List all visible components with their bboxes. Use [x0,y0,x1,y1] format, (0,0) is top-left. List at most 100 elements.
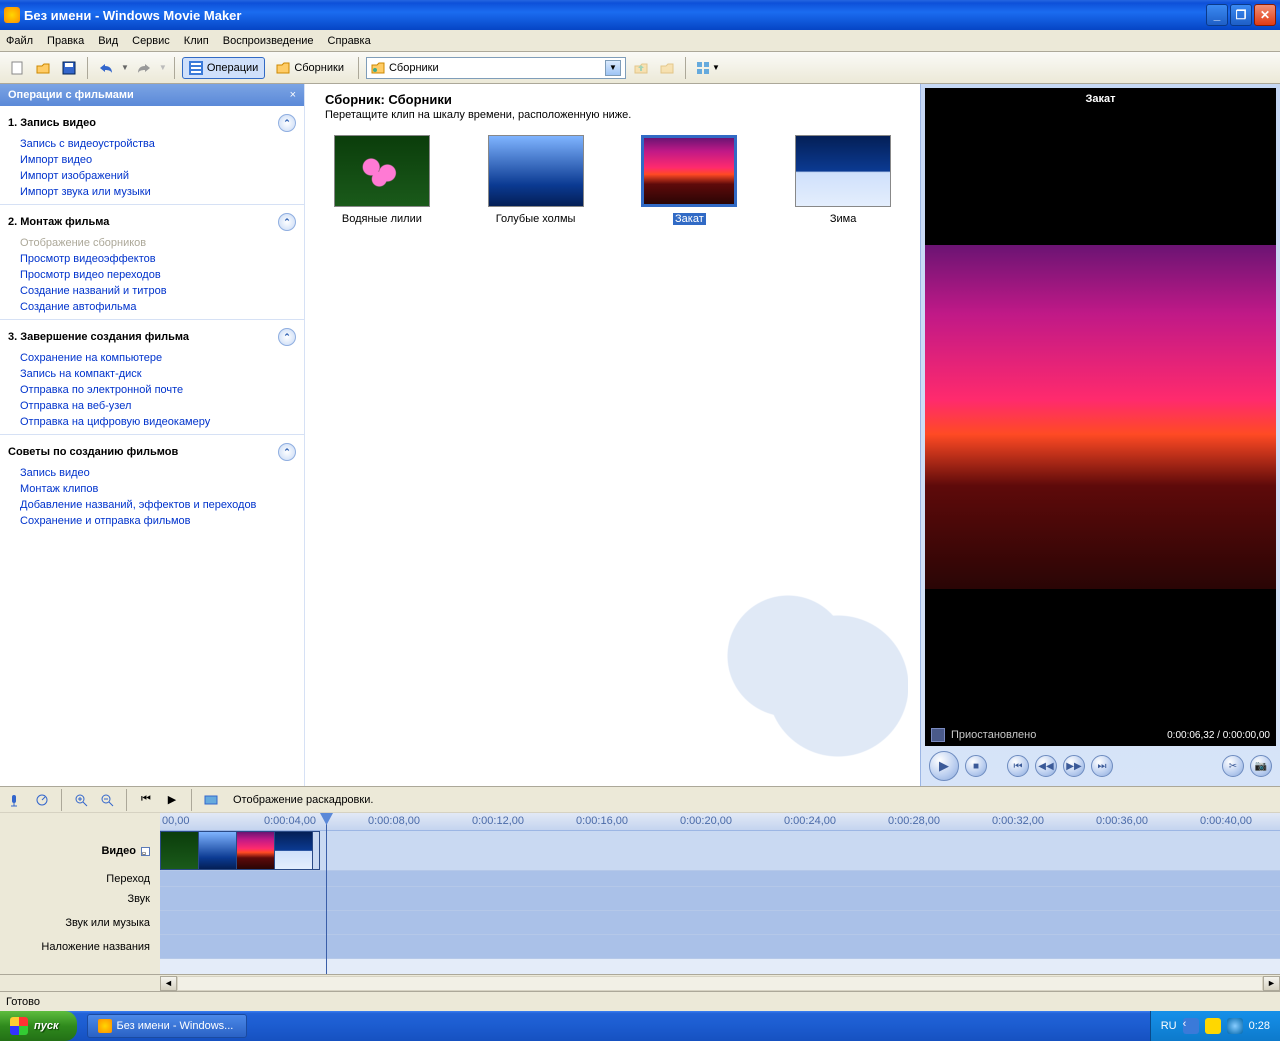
playhead[interactable] [326,813,327,974]
preview-screen[interactable] [925,110,1276,724]
taskbar-app-button[interactable]: Без имени - Windows... [87,1014,247,1038]
timeline-tracks[interactable]: 00,00 0:00:04,00 0:00:08,00 0:00:12,00 0… [160,813,1280,974]
next-clip-button[interactable]: ⏭ [1091,755,1113,777]
app-icon [98,1019,112,1033]
view-options-button[interactable]: ▼ [693,57,723,79]
audiomusic-track[interactable] [160,911,1280,935]
collapse-icon[interactable]: ▫ [141,847,150,856]
audio-track[interactable] [160,887,1280,911]
task-send-web[interactable]: Отправка на веб-узел [0,398,304,414]
chevron-up-icon[interactable]: ⌃ [278,443,296,461]
track-label-video[interactable]: Видео▫ [0,831,160,871]
preview-status-bar: Приостановлено 0:00:06,32 / 0:00:00,00 [925,724,1276,746]
timeline-rewind-button[interactable]: ⏮ [136,790,156,810]
clock[interactable]: 0:28 [1249,1020,1270,1032]
open-button[interactable] [32,57,54,79]
app-icon [4,7,20,23]
task-view-effects[interactable]: Просмотр видеоэффектов [0,251,304,267]
thumb-image [334,135,430,207]
scroll-track[interactable] [177,976,1263,991]
new-button[interactable] [6,57,28,79]
task-import-video[interactable]: Импорт видео [0,152,304,168]
task-send-dv[interactable]: Отправка на цифровую видеокамеру [0,414,304,430]
snapshot-button[interactable]: 📷 [1250,755,1272,777]
tasks-pane-button[interactable]: Операции [182,57,265,79]
split-button[interactable]: ✂ [1222,755,1244,777]
scroll-left-button[interactable]: ◄ [160,976,177,991]
start-button[interactable]: пуск [0,1011,77,1041]
task-make-titles[interactable]: Создание названий и титров [0,283,304,299]
tray-icon[interactable]: ‹ [1183,1018,1199,1034]
tray-shield-icon[interactable] [1205,1018,1221,1034]
rewind-button[interactable]: ◀◀ [1035,755,1057,777]
menubar: Файл Правка Вид Сервис Клип Воспроизведе… [0,30,1280,52]
zoom-out-button[interactable] [97,790,117,810]
dropdown-arrow-icon[interactable]: ▼ [605,60,621,76]
collections-pane-label: Сборники [294,62,344,74]
timeline-narrate-button[interactable] [6,790,26,810]
menu-edit[interactable]: Правка [47,35,84,47]
timeline-scrollbar[interactable]: ◄ ► [0,974,1280,991]
collection-dropdown-label: Сборники [389,62,439,74]
menu-file[interactable]: Файл [6,35,33,47]
stop-button[interactable]: ■ [965,755,987,777]
timeline-clip-group[interactable] [160,831,320,870]
collections-pane-button[interactable]: Сборники [269,57,351,79]
menu-play[interactable]: Воспроизведение [223,35,314,47]
titleoverlay-track[interactable] [160,935,1280,959]
window-title: Без имени - Windows Movie Maker [24,8,1206,23]
clip-thumb-sunset[interactable]: Закат [633,135,747,225]
task-save-computer[interactable]: Сохранение на компьютере [0,350,304,366]
task-import-audio[interactable]: Импорт звука или музыки [0,184,304,200]
transition-track[interactable] [160,871,1280,887]
language-indicator[interactable]: RU [1161,1020,1177,1032]
save-button[interactable] [58,57,80,79]
forward-button[interactable]: ▶▶ [1063,755,1085,777]
timeline-body: Видео▫ Переход Звук Звук или музыка Нало… [0,813,1280,974]
storyboard-toggle[interactable]: Отображение раскадровки. [233,794,373,806]
task-group-tips: Советы по созданию фильмов⌃ Запись видео… [0,434,304,533]
zoom-in-button[interactable] [71,790,91,810]
task-burn-cd[interactable]: Запись на компакт-диск [0,366,304,382]
menu-tools[interactable]: Сервис [132,35,170,47]
tip-capture[interactable]: Запись видео [0,465,304,481]
task-send-email[interactable]: Отправка по электронной почте [0,382,304,398]
clip-thumb-lily[interactable]: Водяные лилии [325,135,439,225]
tip-titles[interactable]: Добавление названий, эффектов и переходо… [0,497,304,513]
up-level-button[interactable] [630,57,652,79]
task-capture-device[interactable]: Запись с видеоустройства [0,136,304,152]
menu-view[interactable]: Вид [98,35,118,47]
sidebar-close-icon[interactable]: × [290,89,296,101]
menu-help[interactable]: Справка [328,35,371,47]
chevron-up-icon[interactable]: ⌃ [278,328,296,346]
play-button[interactable]: ▶ [929,751,959,781]
timeline-play-button[interactable]: ▶ [162,790,182,810]
track-label-transition: Переход [0,871,160,887]
video-track[interactable] [160,831,1280,871]
new-folder-button[interactable] [656,57,678,79]
tip-edit[interactable]: Монтаж клипов [0,481,304,497]
track-label-titleoverlay: Наложение названия [0,935,160,959]
clip-thumb-winter[interactable]: Зима [786,135,900,225]
chevron-up-icon[interactable]: ⌃ [278,114,296,132]
tray-network-icon[interactable] [1227,1018,1243,1034]
timeline-audio-levels-button[interactable] [32,790,52,810]
track-label-audiomusic: Звук или музыка [0,911,160,935]
task-import-images[interactable]: Импорт изображений [0,168,304,184]
close-button[interactable]: ✕ [1254,4,1276,26]
scroll-right-button[interactable]: ► [1263,976,1280,991]
task-automovie[interactable]: Создание автофильма [0,299,304,315]
maximize-button[interactable]: ❐ [1230,4,1252,26]
chevron-up-icon[interactable]: ⌃ [278,213,296,231]
collection-dropdown[interactable]: Сборники ▼ [366,57,626,79]
preview-status-text: Приостановлено [951,729,1036,741]
prev-clip-button[interactable]: ⏮ [1007,755,1029,777]
timeline-pane: ⏮ ▶ Отображение раскадровки. Видео▫ Пере… [0,786,1280,991]
undo-button[interactable] [95,57,117,79]
menu-clip[interactable]: Клип [184,35,209,47]
redo-button[interactable] [133,57,155,79]
task-view-transitions[interactable]: Просмотр видео переходов [0,267,304,283]
minimize-button[interactable]: _ [1206,4,1228,26]
clip-thumb-hills[interactable]: Голубые холмы [479,135,593,225]
tip-save[interactable]: Сохранение и отправка фильмов [0,513,304,529]
